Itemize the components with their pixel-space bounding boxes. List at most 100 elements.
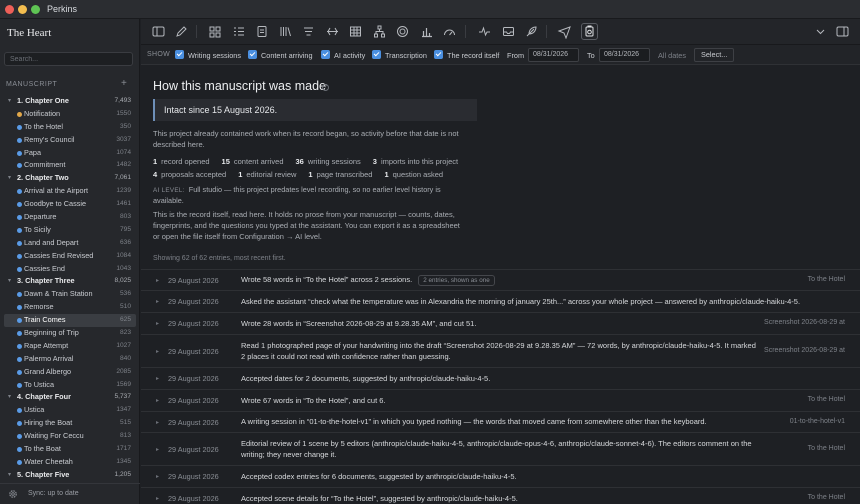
scene-item[interactable]: Arrival at the Airport 1239 <box>0 185 140 198</box>
scene-item[interactable]: Commitment 1482 <box>0 159 140 172</box>
scene-item[interactable]: Hiring the Boat 515 <box>0 417 140 430</box>
expand-bullet-icon[interactable]: ▸ <box>156 348 159 355</box>
scene-item[interactable]: To the Hotel 350 <box>0 121 140 134</box>
outline-icon[interactable] <box>231 24 246 39</box>
hierarchy-icon[interactable] <box>372 24 387 39</box>
log-row[interactable]: ▸ 29 August 2026 Wrote 67 words in “To the… <box>141 389 860 411</box>
grid-icon[interactable] <box>207 24 222 39</box>
log-document[interactable]: To the Hotel <box>808 396 845 403</box>
scene-item[interactable]: Palermo Arrival 840 <box>0 353 140 366</box>
chapter-item[interactable]: ▾ 1. Chapter One 7,493 <box>0 95 140 108</box>
scene-item[interactable]: To Ustica 1569 <box>0 379 140 392</box>
scene-item[interactable]: Train Comes 625 <box>4 314 136 328</box>
select-button[interactable]: Select... <box>694 48 734 62</box>
log-row[interactable]: ▸ 29 August 2026 Read 1 photographed page … <box>141 334 860 367</box>
target-icon[interactable] <box>395 24 410 39</box>
chapter-item[interactable]: ▾ 2. Chapter Two 7,061 <box>0 172 140 185</box>
record-history-icon[interactable] <box>581 23 598 40</box>
chevron-down-icon[interactable]: ▾ <box>8 469 11 482</box>
sidebar-search-input[interactable] <box>4 52 133 66</box>
log-document[interactable]: 01-to-the-hotel-v1 <box>790 418 845 425</box>
minimize-window-button[interactable] <box>18 5 27 14</box>
expand-bullet-icon[interactable]: ▸ <box>156 375 159 382</box>
status-dot <box>17 369 22 375</box>
close-window-button[interactable] <box>5 5 14 14</box>
scene-item[interactable]: Cassies End Revised 1084 <box>0 250 140 263</box>
add-item-button[interactable]: + <box>121 78 127 89</box>
stat-item: 3 imports into this project <box>373 157 458 166</box>
log-document[interactable]: To the Hotel <box>808 276 845 283</box>
log-row[interactable]: ▸ 29 August 2026 Wrote 58 words in “To the… <box>141 269 860 290</box>
scene-item[interactable]: To the Boat 1717 <box>0 443 140 456</box>
table-icon[interactable] <box>348 24 363 39</box>
scene-item[interactable]: To Sicily 795 <box>0 224 140 237</box>
pen-icon[interactable] <box>174 24 189 39</box>
scene-item[interactable]: Waiting For Ceccu 813 <box>0 430 140 443</box>
scene-item[interactable]: Notification 1550 <box>0 108 140 121</box>
feather-icon[interactable] <box>524 24 539 39</box>
expand-bullet-icon[interactable]: ▸ <box>156 495 159 502</box>
record-itself-checkbox[interactable] <box>434 50 443 59</box>
chevron-down-icon[interactable] <box>813 24 828 39</box>
expand-bullet-icon[interactable]: ▸ <box>156 419 159 426</box>
document-icon[interactable] <box>254 24 269 39</box>
inbox-icon[interactable] <box>501 24 516 39</box>
chapter-item[interactable]: ▾ 4. Chapter Four 5,737 <box>0 391 140 404</box>
log-document[interactable]: Screenshot 2026-08-29 at <box>764 347 845 354</box>
expand-bullet-icon[interactable]: ▸ <box>156 446 159 453</box>
chevron-down-icon[interactable]: ▾ <box>8 391 11 404</box>
expand-bullet-icon[interactable]: ▸ <box>156 298 159 305</box>
expand-bullet-icon[interactable]: ▸ <box>156 397 159 404</box>
log-row[interactable]: ▸ 29 August 2026 Wrote 28 words in “Screen… <box>141 312 860 334</box>
scene-item[interactable]: Ustica 1347 <box>0 404 140 417</box>
scene-item[interactable]: Beginning of Trip 823 <box>0 327 140 340</box>
expand-bullet-icon[interactable]: ▸ <box>156 277 159 284</box>
log-document[interactable]: To the Hotel <box>808 445 845 452</box>
chevron-down-icon[interactable]: ▾ <box>8 95 11 108</box>
writing-sessions-checkbox[interactable] <box>175 50 184 59</box>
all-dates-button[interactable]: All dates <box>658 51 686 60</box>
scene-item[interactable]: Papa 1074 <box>0 147 140 160</box>
chevron-down-icon[interactable]: ▾ <box>8 172 11 185</box>
expand-bullet-icon[interactable]: ▸ <box>156 473 159 480</box>
scene-item[interactable]: Dawn & Train Station 536 <box>0 288 140 301</box>
from-date-input[interactable]: 08/31/2026 <box>528 48 579 62</box>
content-arriving-checkbox[interactable] <box>248 50 257 59</box>
scene-item[interactable]: Land and Depart 636 <box>0 237 140 250</box>
scene-item[interactable]: Remy's Council 3037 <box>0 134 140 147</box>
expand-bullet-icon[interactable]: ▸ <box>156 320 159 327</box>
log-row[interactable]: ▸ 29 August 2026 A writing session in “01-… <box>141 411 860 432</box>
ai-activity-checkbox[interactable] <box>321 50 330 59</box>
chapter-item[interactable]: ▾ 5. Chapter Five 1,205 <box>0 469 140 482</box>
bar-chart-icon[interactable] <box>419 24 434 39</box>
transcription-checkbox[interactable] <box>372 50 381 59</box>
gear-icon[interactable] <box>8 489 18 499</box>
log-row[interactable]: ▸ 29 August 2026 Asked the assistant “chec… <box>141 290 860 312</box>
scene-item[interactable]: Goodbye to Cassie 1461 <box>0 198 140 211</box>
right-panel-toggle-icon[interactable] <box>835 24 850 39</box>
timeline-icon[interactable] <box>325 24 340 39</box>
scene-item[interactable]: Rape Attempt 1027 <box>0 340 140 353</box>
log-row[interactable]: ▸ 29 August 2026 Accepted dates for 2 docu… <box>141 367 860 389</box>
log-row[interactable]: ▸ 29 August 2026 Editorial review of 1 sce… <box>141 432 860 465</box>
chapter-item[interactable]: ▾ 3. Chapter Three 8,025 <box>0 275 140 288</box>
log-row[interactable]: ▸ 29 August 2026 Accepted codex entries fo… <box>141 465 860 487</box>
log-document[interactable]: Screenshot 2026-08-29 at <box>764 319 845 326</box>
library-icon[interactable] <box>278 24 293 39</box>
send-icon[interactable] <box>557 24 572 40</box>
sidebar-toggle-icon[interactable] <box>151 24 166 39</box>
gauge-icon[interactable] <box>442 24 457 39</box>
log-document[interactable]: To the Hotel <box>808 494 845 501</box>
scene-item[interactable]: Water Cheetah 1345 <box>0 456 140 469</box>
log-row[interactable]: ▸ 29 August 2026 Accepted scene details fo… <box>141 487 860 504</box>
chevron-down-icon[interactable]: ▾ <box>8 275 11 288</box>
zoom-window-button[interactable] <box>31 5 40 14</box>
scene-item[interactable]: Cassies End 1043 <box>0 263 140 276</box>
to-date-input[interactable]: 08/31/2026 <box>599 48 650 62</box>
scene-item[interactable]: Remorse 510 <box>0 301 140 314</box>
scene-item[interactable]: Grand Albergo 2085 <box>0 366 140 379</box>
activity-icon[interactable] <box>477 24 492 39</box>
list-filter-icon[interactable] <box>301 24 316 39</box>
scene-item[interactable]: Departure 803 <box>0 211 140 224</box>
info-icon[interactable]: ? <box>322 84 329 91</box>
